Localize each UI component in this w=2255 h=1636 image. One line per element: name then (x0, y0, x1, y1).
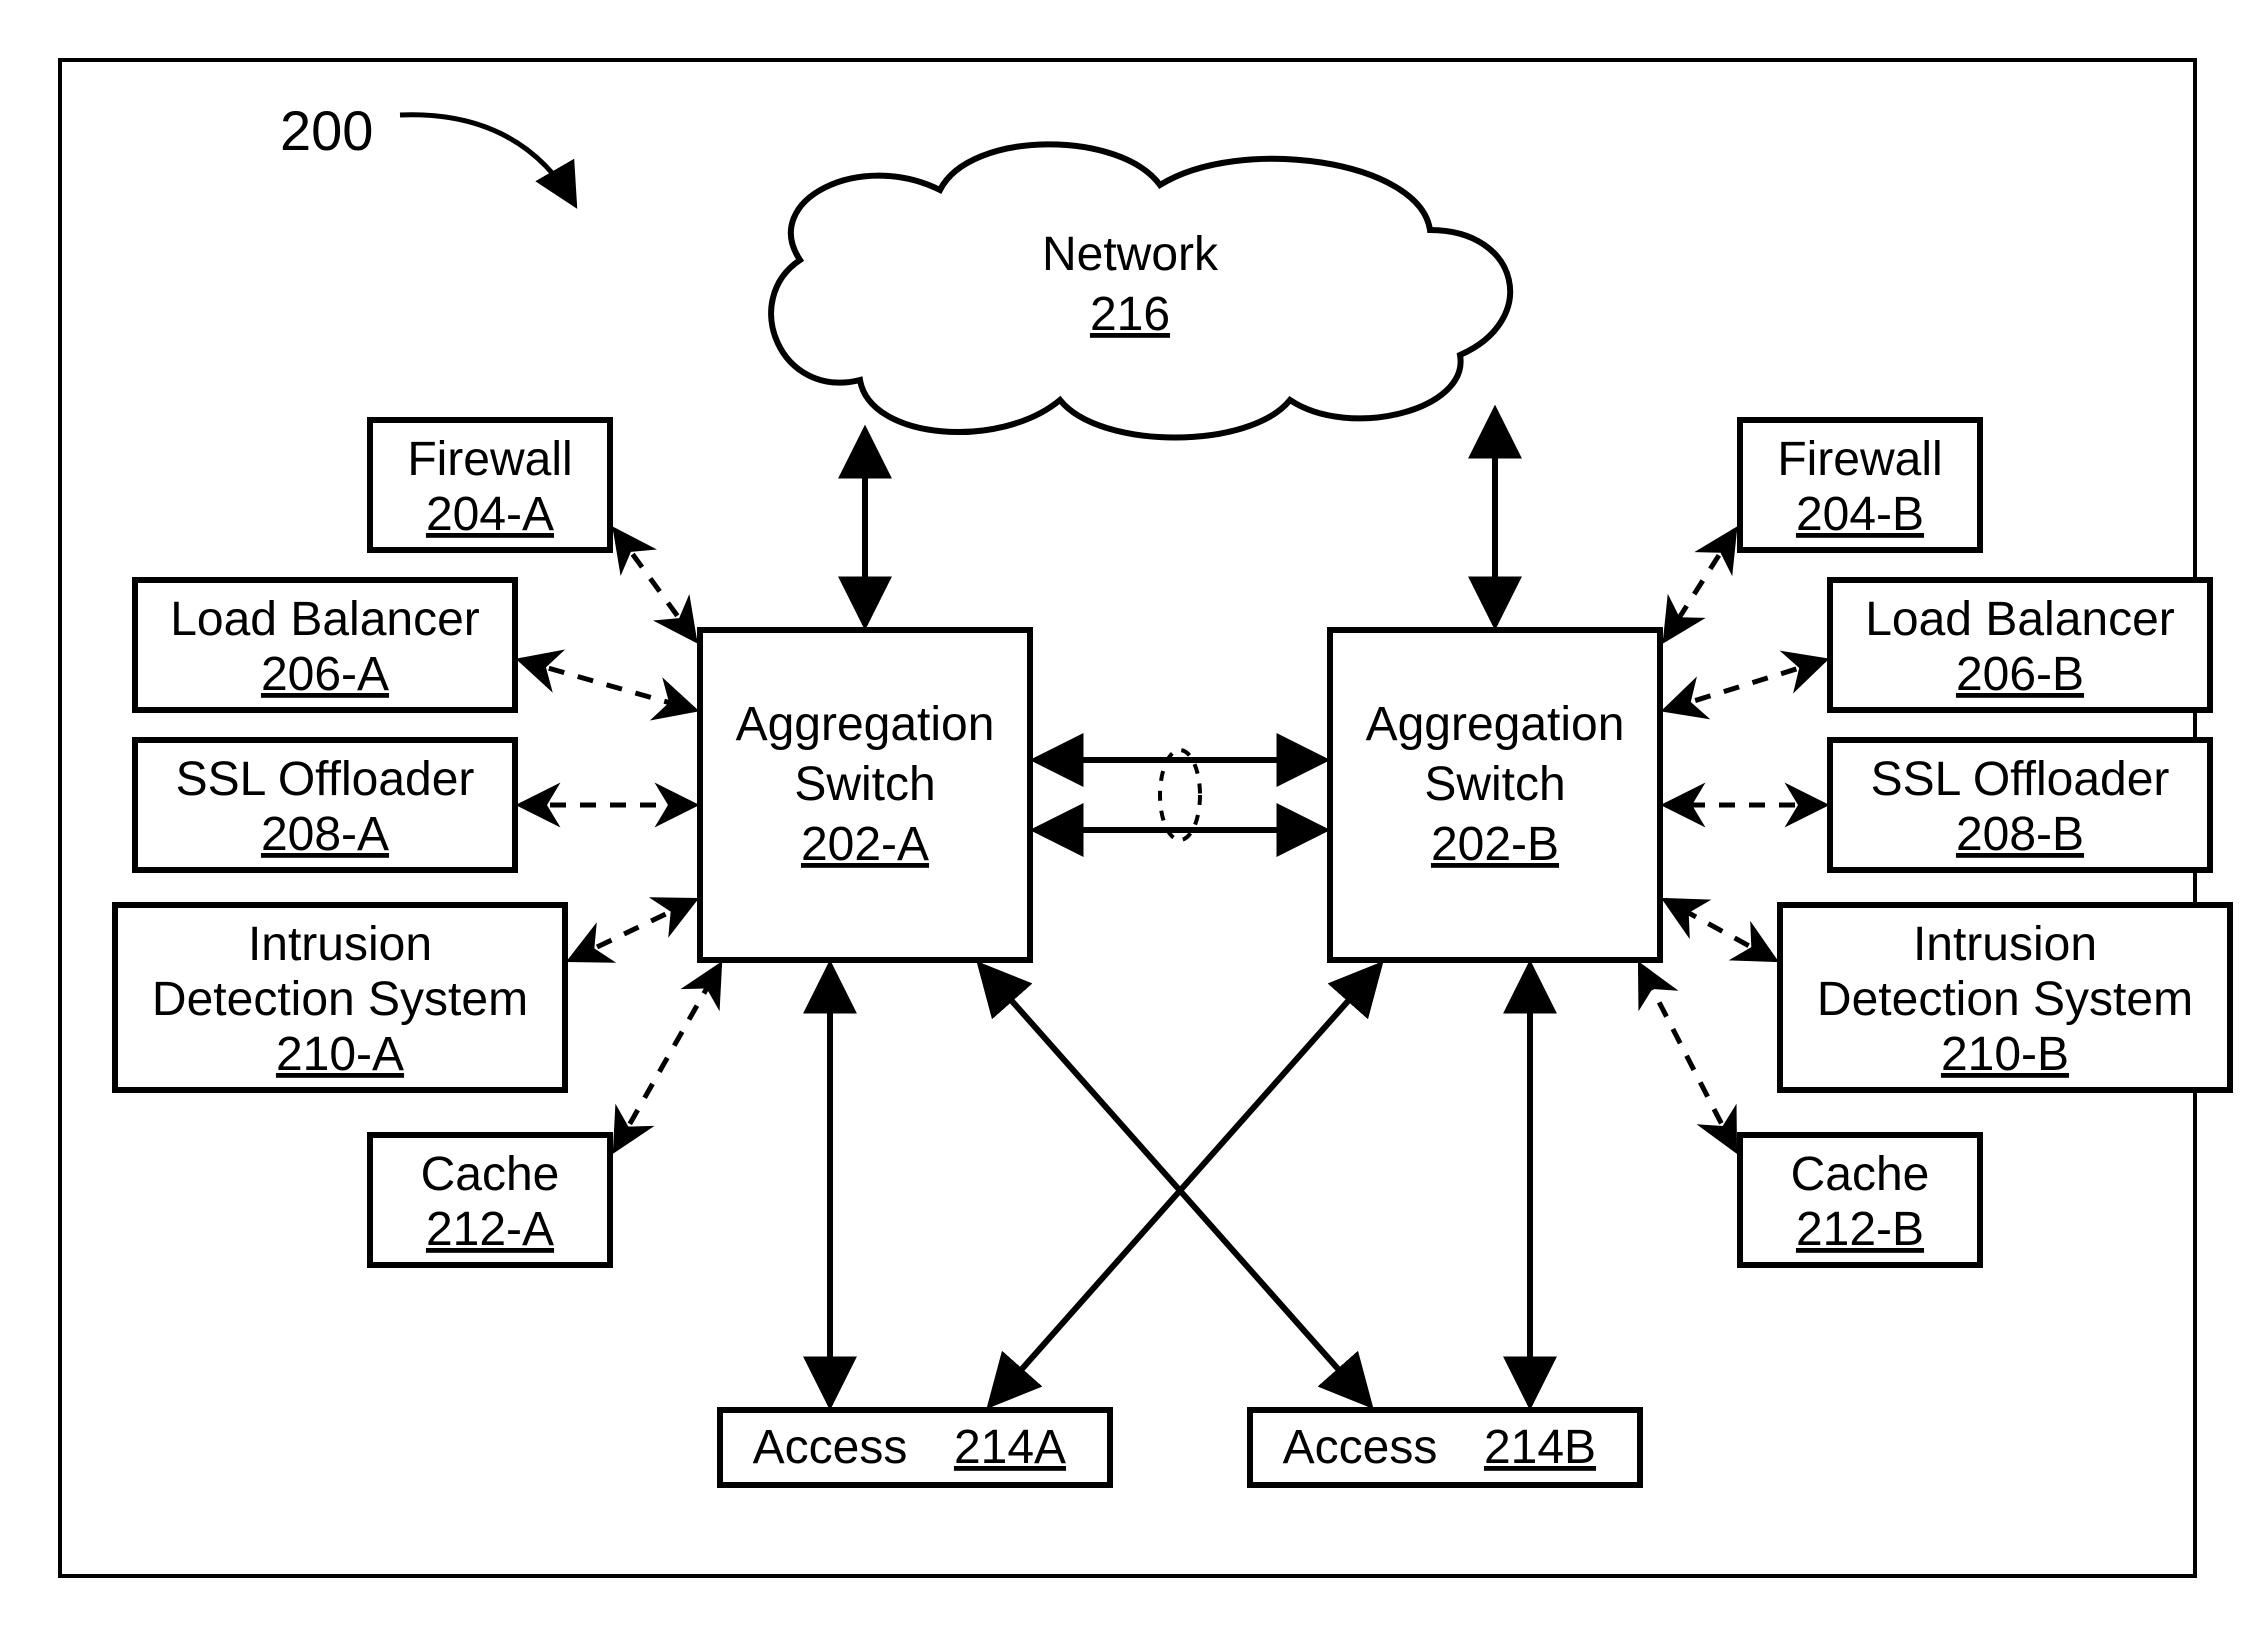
acc-a-ref: 214A (954, 1421, 1066, 1474)
fw-b-label: Firewall (1777, 433, 1942, 486)
ids-a-label-1: Intrusion (248, 918, 432, 971)
agg-b-label-2: Switch (1424, 758, 1565, 811)
agg-b-label-1: Aggregation (1366, 698, 1625, 751)
fw-a-label: Firewall (407, 433, 572, 486)
cache-a: Cache 212-A (370, 1135, 610, 1265)
ids-a-ref: 210-A (276, 1028, 404, 1081)
agg-a-label-1: Aggregation (736, 698, 995, 751)
ssl-b-label: SSL Offloader (1871, 753, 2170, 806)
cache-b: Cache 212-B (1740, 1135, 1980, 1265)
access-b: Access 214B (1250, 1410, 1640, 1485)
lb-b-ref: 206-B (1956, 648, 2084, 701)
acc-b-ref: 214B (1484, 1421, 1596, 1474)
figure-arrow (400, 115, 575, 205)
agg-a-ref: 202-A (801, 818, 929, 871)
cache-a-ref: 212-A (426, 1203, 554, 1256)
agg-a-label-2: Switch (794, 758, 935, 811)
ids-b-label-2: Detection System (1817, 973, 2193, 1026)
agg-switch-a: Aggregation Switch 202-A (700, 630, 1030, 960)
ssl-a-ref: 208-A (261, 808, 389, 861)
network-label: Network (1042, 228, 1219, 281)
load-balancer-b: Load Balancer 206-B (1830, 580, 2210, 710)
lb-b-label: Load Balancer (1865, 593, 2175, 646)
cache-b-ref: 212-B (1796, 1203, 1924, 1256)
link-bundle-icon (1160, 750, 1200, 840)
access-a: Access 214A (720, 1410, 1110, 1485)
network-ref: 216 (1090, 288, 1170, 341)
ids-a: Intrusion Detection System 210-A (115, 905, 565, 1090)
figure-number: 200 (280, 99, 373, 162)
ssl-b-ref: 208-B (1956, 808, 2084, 861)
firewall-a: Firewall 204-A (370, 420, 610, 550)
ssl-offloader-b: SSL Offloader 208-B (1830, 740, 2210, 870)
acc-b-label: Access (1283, 1421, 1438, 1474)
ids-b: Intrusion Detection System 210-B (1780, 905, 2230, 1090)
agg-b-ref: 202-B (1431, 818, 1559, 871)
fw-a-ref: 204-A (426, 488, 554, 541)
firewall-b: Firewall 204-B (1740, 420, 1980, 550)
ssl-a-label: SSL Offloader (176, 753, 475, 806)
load-balancer-a: Load Balancer 206-A (135, 580, 515, 710)
network-cloud: Network 216 (771, 144, 1510, 437)
acc-a-label: Access (753, 1421, 908, 1474)
ids-a-label-2: Detection System (152, 973, 528, 1026)
lb-a-label: Load Balancer (170, 593, 480, 646)
lb-a-ref: 206-A (261, 648, 389, 701)
network-diagram: 200 Network 216 Aggregation Switch 202-A… (0, 0, 2255, 1636)
ssl-offloader-a: SSL Offloader 208-A (135, 740, 515, 870)
cache-a-label: Cache (421, 1148, 560, 1201)
cache-b-label: Cache (1791, 1148, 1930, 1201)
fw-b-ref: 204-B (1796, 488, 1924, 541)
ids-b-ref: 210-B (1941, 1028, 2069, 1081)
agg-switch-b: Aggregation Switch 202-B (1330, 630, 1660, 960)
ids-b-label-1: Intrusion (1913, 918, 2097, 971)
